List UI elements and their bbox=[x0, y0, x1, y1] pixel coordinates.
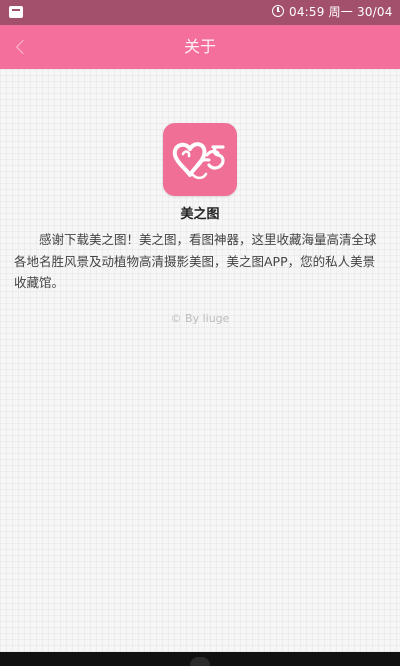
app-logo bbox=[163, 123, 237, 196]
app-description: 感谢下载美之图！美之图，看图神器，这里收藏海量高清全球各地名胜风景及动植物高清摄… bbox=[14, 232, 377, 290]
heart-logo-icon bbox=[172, 142, 225, 180]
about-content: 美之图 感谢下载美之图！美之图，看图神器，这里收藏海量高清全球各地名胜风景及动植… bbox=[0, 69, 400, 652]
status-bar: 04:59 周一 30/04 bbox=[0, 0, 400, 25]
page-title: 关于 bbox=[183, 37, 216, 56]
author-byline: © By liuge bbox=[170, 312, 230, 325]
back-button[interactable] bbox=[6, 33, 34, 61]
app-name: 美之图 bbox=[180, 207, 220, 222]
notification-icon bbox=[9, 6, 23, 18]
chevron-left-icon bbox=[15, 39, 31, 55]
home-button[interactable] bbox=[190, 657, 210, 666]
clock-icon bbox=[272, 5, 284, 17]
status-time-date: 04:59 周一 30/04 bbox=[289, 5, 393, 19]
navigation-bar bbox=[0, 652, 400, 666]
app-bar: 关于 bbox=[0, 25, 400, 69]
